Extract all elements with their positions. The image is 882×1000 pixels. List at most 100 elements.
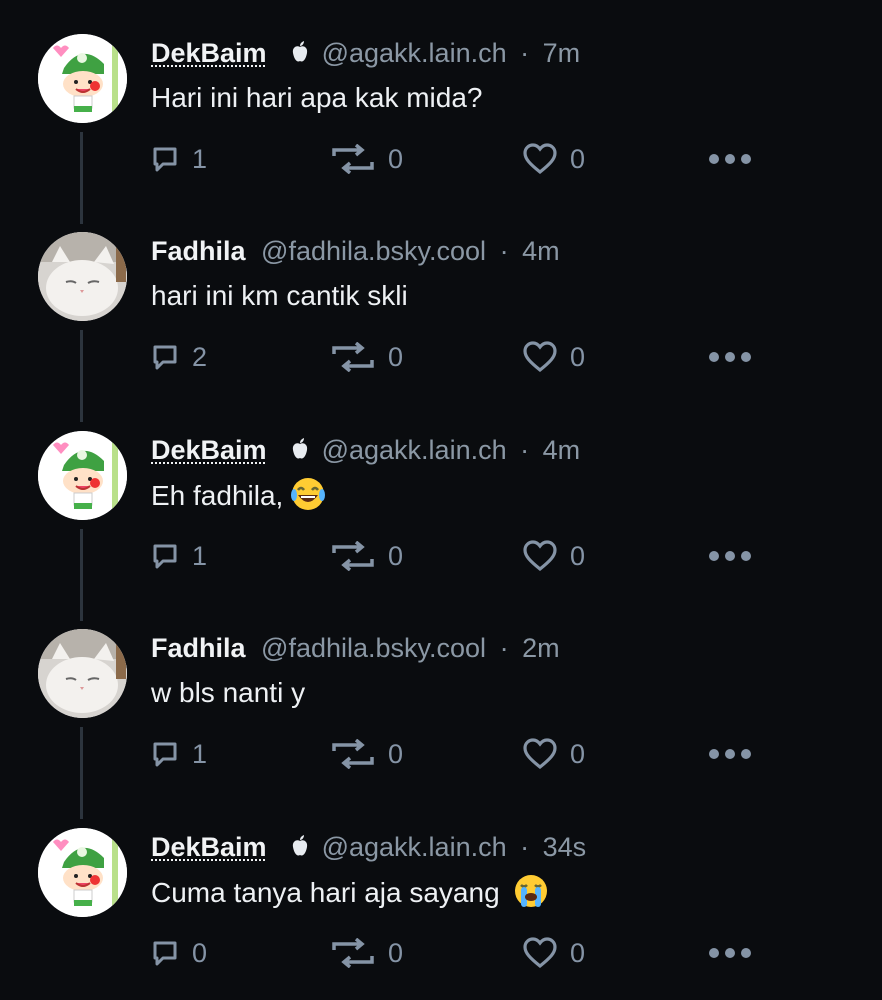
author-name[interactable]: Fadhila [151, 236, 246, 266]
like-button[interactable]: 0 [522, 335, 585, 379]
avatar[interactable] [38, 232, 127, 321]
repost-count: 0 [388, 540, 404, 571]
post-text: hari ini km cantik skli [151, 276, 408, 316]
post[interactable]: Fadhila @fadhila.bsky.cool · 4m hari ini… [0, 198, 882, 422]
reply-button[interactable]: 1 [150, 732, 207, 776]
apple-icon [292, 835, 308, 856]
post-time[interactable]: 4m [543, 435, 581, 465]
author-handle[interactable]: @agakk.lain.ch [322, 832, 507, 862]
heart-icon [523, 540, 557, 572]
post-text: Cuma tanya hari aja sayang [151, 872, 550, 913]
more-options-button[interactable] [708, 931, 752, 975]
post-time[interactable]: 2m [522, 633, 560, 663]
white-cat-avatar [38, 232, 127, 321]
more-icon [709, 948, 751, 958]
reply-button[interactable]: 2 [150, 335, 207, 379]
repost-button[interactable]: 0 [330, 732, 403, 776]
reply-button[interactable]: 1 [150, 137, 207, 181]
more-options-button[interactable] [708, 534, 752, 578]
white-cat-avatar [38, 629, 127, 718]
reply-button[interactable]: 0 [150, 931, 207, 975]
repost-button[interactable]: 0 [330, 137, 403, 181]
apple-icon [292, 438, 308, 459]
repost-button[interactable]: 0 [330, 931, 403, 975]
post-actions: 1 0 0 [0, 137, 882, 181]
like-button[interactable]: 0 [522, 732, 585, 776]
like-button[interactable]: 0 [522, 534, 585, 578]
reply-icon [153, 147, 177, 172]
post-text-content: hari ini km cantik skli [151, 280, 408, 311]
heart-icon [523, 937, 557, 969]
more-icon [709, 551, 751, 561]
more-icon [709, 352, 751, 362]
post[interactable]: DekBaim @agakk.lain.ch · 7m Hari ini har… [0, 0, 882, 224]
avatar[interactable] [38, 828, 127, 917]
reply-icon [153, 742, 177, 767]
repost-count: 0 [388, 738, 404, 769]
repost-button[interactable]: 0 [330, 534, 403, 578]
reply-button[interactable]: 1 [150, 534, 207, 578]
green-helmet-boy-avatar [38, 828, 127, 917]
post-time[interactable]: 4m [522, 236, 560, 266]
more-icon [709, 749, 751, 759]
separator-dot: · [520, 38, 530, 68]
repost-count: 0 [388, 937, 404, 968]
repost-button[interactable]: 0 [330, 335, 403, 379]
author-name[interactable]: DekBaim [151, 832, 267, 862]
post-actions: 2 0 0 [0, 335, 882, 379]
author-handle[interactable]: @agakk.lain.ch [322, 435, 507, 465]
like-button[interactable]: 0 [522, 931, 585, 975]
like-count: 0 [570, 738, 586, 769]
reply-icon [153, 941, 177, 966]
author-name[interactable]: DekBaim [151, 38, 267, 68]
post-text: Hari ini hari apa kak mida? [151, 78, 483, 118]
reply-count: 1 [192, 143, 208, 174]
post[interactable]: Fadhila @fadhila.bsky.cool · 2m w bls na… [0, 595, 882, 819]
more-options-button[interactable] [708, 732, 752, 776]
post-time[interactable]: 34s [543, 832, 587, 862]
repost-count: 0 [388, 341, 404, 372]
separator-dot: · [499, 236, 509, 266]
loudly-crying-emoji-icon [514, 875, 547, 907]
like-count: 0 [570, 143, 586, 174]
like-button[interactable]: 0 [522, 137, 585, 181]
like-count: 0 [570, 540, 586, 571]
repost-icon [332, 739, 374, 769]
post-header: DekBaim @agakk.lain.ch · 34s [151, 826, 586, 868]
post[interactable]: DekBaim @agakk.lain.ch · 4m Eh fadhila, … [0, 397, 882, 621]
more-options-button[interactable] [708, 137, 752, 181]
author-handle[interactable]: @agakk.lain.ch [322, 38, 507, 68]
reply-icon [153, 345, 177, 370]
post-text: Eh fadhila, [151, 475, 327, 516]
post-actions: 1 0 0 [0, 534, 882, 578]
post-header: Fadhila @fadhila.bsky.cool · 4m [151, 230, 560, 272]
separator-dot: · [499, 633, 509, 663]
post-actions: 0 0 0 [0, 931, 882, 975]
author-handle[interactable]: @fadhila.bsky.cool [261, 633, 486, 663]
post-text-content: Eh fadhila, [151, 480, 284, 511]
author-name[interactable]: Fadhila [151, 633, 246, 663]
laughing-tears-emoji-icon [291, 478, 326, 510]
avatar[interactable] [38, 431, 127, 520]
avatar[interactable] [38, 34, 127, 123]
author-name[interactable]: DekBaim [151, 435, 267, 465]
separator-dot: · [520, 435, 530, 465]
reply-icon [153, 544, 177, 569]
reply-count: 2 [192, 341, 208, 372]
avatar[interactable] [38, 629, 127, 718]
reply-count: 1 [192, 540, 208, 571]
post-text-content: Hari ini hari apa kak mida? [151, 82, 483, 113]
repost-count: 0 [388, 143, 404, 174]
post[interactable]: DekBaim @agakk.lain.ch · 34s Cuma tanya … [0, 794, 882, 992]
heart-icon [523, 143, 557, 175]
like-count: 0 [570, 937, 586, 968]
green-helmet-boy-avatar [38, 34, 127, 123]
reply-count: 0 [192, 937, 208, 968]
heart-icon [523, 341, 557, 373]
reply-count: 1 [192, 738, 208, 769]
post-time[interactable]: 7m [543, 38, 581, 68]
more-icon [709, 154, 751, 164]
post-text-content: Cuma tanya hari aja sayang [151, 877, 500, 908]
more-options-button[interactable] [708, 335, 752, 379]
author-handle[interactable]: @fadhila.bsky.cool [261, 236, 486, 266]
